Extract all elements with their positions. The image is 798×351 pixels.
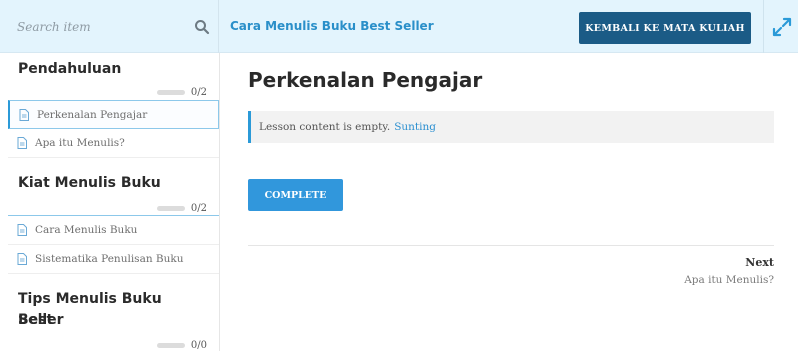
lesson-item[interactable]: Cara Menulis Buku — [8, 216, 219, 245]
search-icon[interactable] — [194, 19, 210, 35]
edit-link[interactable]: Sunting — [394, 121, 436, 133]
section-progress: 0/2 — [156, 87, 207, 98]
notice-text: Lesson content is empty. — [259, 121, 391, 133]
content-divider — [248, 245, 774, 246]
expand-icon[interactable] — [772, 17, 792, 37]
progress-bar — [156, 206, 185, 211]
section-title[interactable]: Kiat Menulis Buku — [0, 173, 179, 194]
curriculum-sidebar: Pendahuluan 0/2 Perkenalan Pengajar Apa … — [0, 53, 220, 351]
section-title[interactable]: Pendahuluan — [0, 59, 139, 80]
document-icon — [19, 108, 29, 121]
progress-bar — [156, 343, 185, 348]
document-icon — [17, 224, 27, 236]
back-to-course-button[interactable]: KEMBALI KE MATA KULIAH — [579, 12, 751, 44]
lesson-item[interactable]: Sistematika Penulisan Buku — [8, 245, 219, 274]
search-area — [0, 0, 219, 53]
lesson-label: Perkenalan Pengajar — [37, 108, 148, 121]
progress-bar — [156, 90, 185, 95]
search-input[interactable] — [17, 17, 187, 37]
progress-count: 0/2 — [190, 87, 207, 98]
lesson-title: Perkenalan Pengajar — [248, 68, 483, 92]
next-lesson-link[interactable]: Apa itu Menulis? — [684, 274, 774, 286]
complete-button[interactable]: COMPLETE — [248, 179, 343, 211]
lesson-label: Sistematika Penulisan Buku — [35, 253, 184, 265]
progress-count: 0/0 — [190, 340, 207, 351]
document-icon — [17, 253, 27, 265]
top-bar: Cara Menulis Buku Best Seller KEMBALI KE… — [0, 0, 798, 53]
empty-content-notice: Lesson content is empty. Sunting — [248, 111, 774, 143]
next-label: Next — [745, 256, 774, 269]
lesson-item[interactable]: Apa itu Menulis? — [8, 129, 219, 158]
lesson-label: Cara Menulis Buku — [35, 224, 138, 236]
course-title-link[interactable]: Cara Menulis Buku Best Seller — [230, 19, 434, 33]
section-progress: 0/0 — [156, 340, 207, 351]
section-title-continued[interactable]: Seller — [0, 310, 82, 331]
section-progress: 0/2 — [156, 203, 207, 214]
progress-count: 0/2 — [190, 203, 207, 214]
lesson-item[interactable]: Perkenalan Pengajar — [8, 100, 219, 129]
header-divider — [763, 0, 764, 53]
document-icon — [17, 137, 27, 149]
lesson-label: Apa itu Menulis? — [35, 137, 125, 149]
